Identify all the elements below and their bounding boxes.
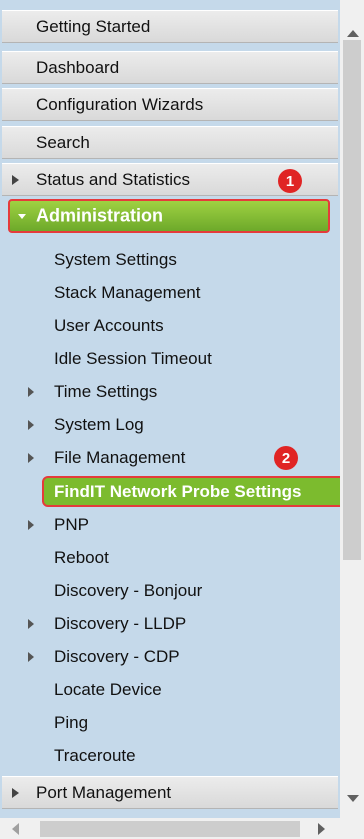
- sub-item-discovery-bonjour[interactable]: Discovery - Bonjour: [0, 576, 340, 606]
- expand-arrow-icon: [28, 387, 34, 397]
- nav-item-label: Status and Statistics: [36, 169, 191, 189]
- sub-item-reboot[interactable]: Reboot: [0, 543, 340, 573]
- expand-arrow-icon: [28, 520, 34, 530]
- nav-item-getting-started[interactable]: Getting Started: [2, 10, 338, 43]
- sub-item-label: Discovery - Bonjour: [54, 581, 203, 600]
- sub-item-label: Discovery - LLDP: [54, 614, 187, 633]
- nav-item-label: Administration: [36, 205, 164, 226]
- sub-item-label: Stack Management: [54, 283, 201, 302]
- nav-item-label: Getting Started: [36, 16, 151, 36]
- scroll-down-icon[interactable]: [347, 795, 359, 802]
- nav-item-label: Port Management: [36, 782, 172, 802]
- collapse-arrow-icon: [18, 214, 26, 219]
- nav-item-dashboard[interactable]: Dashboard: [2, 51, 338, 84]
- expand-arrow-icon: [28, 453, 34, 463]
- vertical-scroll-thumb[interactable]: [343, 40, 361, 560]
- nav-item-administration[interactable]: Administration: [8, 199, 330, 233]
- sub-item-pnp[interactable]: PNP: [0, 510, 340, 540]
- expand-arrow-icon: [28, 420, 34, 430]
- sub-item-discovery-cdp[interactable]: Discovery - CDP: [0, 642, 340, 672]
- nav-item-port-management[interactable]: Port Management: [2, 776, 338, 809]
- step-badge-2: 2: [274, 446, 298, 470]
- sub-item-discovery-lldp[interactable]: Discovery - LLDP: [0, 609, 340, 639]
- nav-item-search[interactable]: Search: [2, 126, 338, 159]
- sub-item-label: System Log: [54, 415, 144, 434]
- nav-item-configuration-wizards[interactable]: Configuration Wizards: [2, 88, 338, 121]
- sub-item-label: FindIT Network Probe Settings: [54, 481, 302, 501]
- sub-item-user-accounts[interactable]: User Accounts: [0, 311, 340, 341]
- navigation-panel: Getting Started Dashboard Configuration …: [0, 0, 340, 818]
- scroll-up-icon[interactable]: [347, 30, 359, 37]
- sub-item-label: PNP: [54, 515, 89, 534]
- expand-arrow-icon: [12, 787, 19, 798]
- sub-item-label: Time Settings: [54, 382, 158, 401]
- sub-item-label: Locate Device: [54, 680, 162, 699]
- sub-item-label: Discovery - CDP: [54, 647, 180, 666]
- nav-item-label: Dashboard: [36, 57, 120, 77]
- nav-item-label: Configuration Wizards: [36, 94, 204, 114]
- sub-item-label: System Settings: [54, 250, 177, 269]
- scroll-left-icon[interactable]: [12, 823, 19, 835]
- sub-item-label: Traceroute: [54, 746, 136, 765]
- nav-item-label: Search: [36, 132, 90, 152]
- sub-item-locate-device[interactable]: Locate Device: [0, 675, 340, 705]
- sub-item-label: Idle Session Timeout: [54, 349, 212, 368]
- scroll-right-icon[interactable]: [318, 823, 325, 835]
- sub-item-label: File Management: [54, 448, 186, 467]
- sub-item-time-settings[interactable]: Time Settings: [0, 377, 340, 407]
- expand-arrow-icon: [12, 174, 19, 185]
- sub-item-system-settings[interactable]: System Settings: [0, 245, 340, 275]
- step-badge-1: 1: [278, 169, 302, 193]
- sub-item-label: Reboot: [54, 548, 109, 567]
- expand-arrow-icon: [28, 652, 34, 662]
- sub-item-traceroute[interactable]: Traceroute: [0, 741, 340, 771]
- sub-item-stack-management[interactable]: Stack Management: [0, 278, 340, 308]
- sub-item-file-management[interactable]: File Management 2: [0, 443, 340, 473]
- sub-item-idle-session-timeout[interactable]: Idle Session Timeout: [0, 344, 340, 374]
- sub-item-findit-network-probe-settings[interactable]: FindIT Network Probe Settings: [42, 476, 340, 507]
- sub-item-system-log[interactable]: System Log: [0, 410, 340, 440]
- sub-item-label: Ping: [54, 713, 89, 732]
- sub-item-ping[interactable]: Ping: [0, 708, 340, 738]
- horizontal-scroll-thumb[interactable]: [40, 821, 300, 837]
- nav-item-status-and-statistics[interactable]: Status and Statistics 1: [2, 163, 338, 196]
- sub-item-label: User Accounts: [54, 316, 164, 335]
- expand-arrow-icon: [28, 619, 34, 629]
